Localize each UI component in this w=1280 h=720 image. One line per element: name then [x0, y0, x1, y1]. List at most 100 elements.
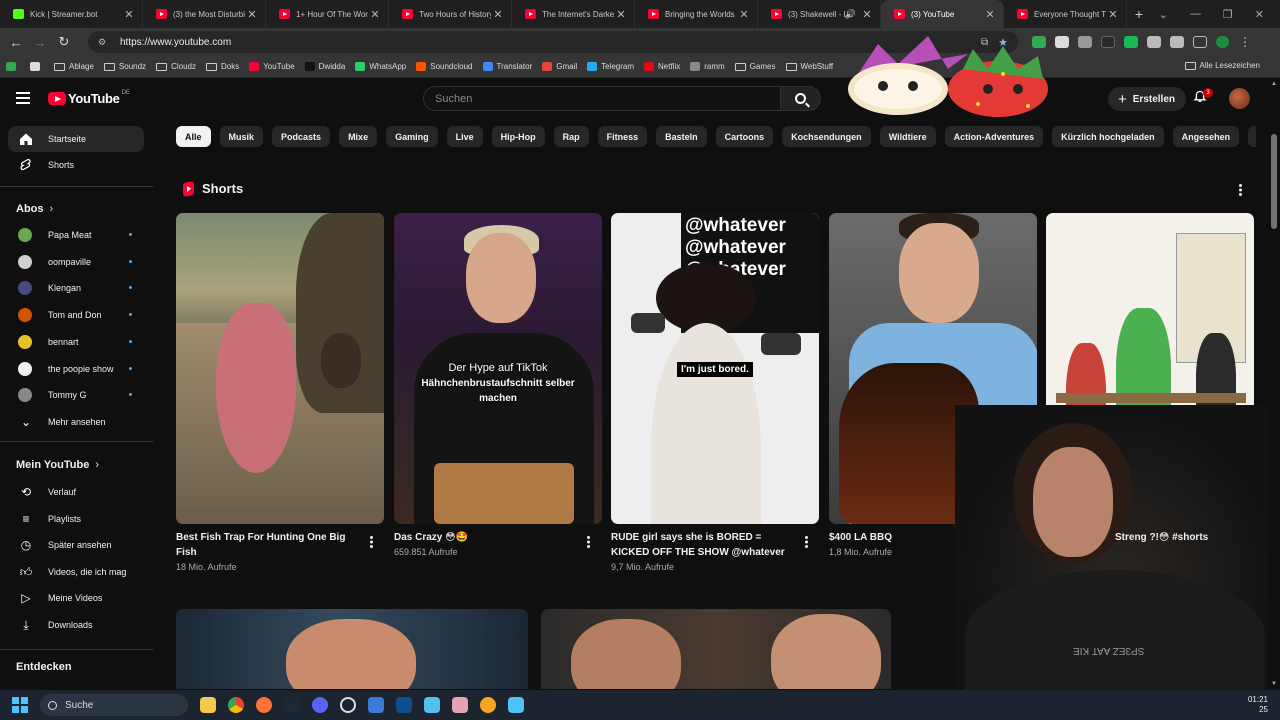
filter-chip[interactable]: Action-Adventures: [944, 126, 1044, 147]
browser-tab[interactable]: Bringing the Worlds ✕: [635, 0, 758, 28]
filter-chip[interactable]: Fitness: [597, 126, 648, 147]
bookmark-item[interactable]: Dwidda: [304, 62, 345, 71]
minimize-button[interactable]: —: [1190, 8, 1201, 21]
search-input[interactable]: Suchen: [423, 86, 781, 111]
menu-hamburger-icon[interactable]: [16, 92, 30, 104]
photos-icon[interactable]: [452, 697, 468, 713]
site-info-icon[interactable]: ⚙: [98, 37, 114, 48]
filter-chip[interactable]: Hip-Hop: [491, 126, 545, 147]
video-thumbnail[interactable]: [176, 609, 528, 689]
short-title[interactable]: Das Crazy 😳🤩: [394, 530, 574, 545]
extension-icon[interactable]: [1101, 36, 1115, 48]
sidebar-subscription[interactable]: Tom and Don: [8, 302, 144, 328]
taskbar-clock[interactable]: 01:21 25: [1248, 695, 1268, 715]
extension-icon[interactable]: [1078, 36, 1092, 48]
short-title[interactable]: RUDE girl says she is BORED = KICKED OFF…: [611, 530, 791, 560]
discord-icon[interactable]: [312, 697, 328, 713]
close-tab-icon[interactable]: ✕: [368, 8, 382, 21]
windows-start-icon[interactable]: [12, 697, 28, 713]
bookmark-notes-icon[interactable]: [30, 62, 44, 71]
close-tab-icon[interactable]: ✕: [491, 8, 505, 21]
youtube-logo[interactable]: YouTube DE: [48, 90, 130, 106]
sidebar-subscription[interactable]: Tommy G: [8, 382, 144, 408]
bookmark-item[interactable]: Ablage: [54, 62, 94, 71]
sidebar-item-show-more[interactable]: ⌄ Mehr ansehen: [8, 409, 144, 435]
extension-icon[interactable]: [1124, 36, 1138, 48]
account-avatar[interactable]: [1229, 88, 1250, 109]
browser-tab[interactable]: (3) YouTube ✕: [881, 0, 1004, 28]
bookmark-item[interactable]: Netflix: [644, 62, 680, 71]
close-tab-icon[interactable]: ✕: [1106, 8, 1120, 21]
tab-audio-icon[interactable]: 🔊: [845, 9, 856, 20]
short-more-icon[interactable]: [369, 536, 373, 548]
new-tab-button[interactable]: +: [1127, 6, 1151, 22]
bookmark-item[interactable]: Soundcloud: [416, 62, 473, 71]
bookmark-item[interactable]: YouTube: [249, 62, 295, 71]
browser-tab[interactable]: (3) Shakewell - Li 🔊 ✕: [758, 0, 881, 28]
extensions-puzzle-icon[interactable]: [1170, 36, 1184, 48]
close-window-button[interactable]: ✕: [1255, 8, 1264, 21]
short-more-icon[interactable]: [586, 536, 590, 548]
bookmark-item[interactable]: Translator: [482, 62, 532, 71]
image-viewer-icon[interactable]: [508, 697, 524, 713]
close-tab-icon[interactable]: ✕: [737, 8, 751, 21]
close-tab-icon[interactable]: ✕: [983, 8, 997, 21]
taskbar-search[interactable]: Suche: [40, 694, 188, 716]
blender-icon[interactable]: [480, 697, 496, 713]
sidebar-item-playlists[interactable]: ≡ Playlists: [8, 506, 144, 532]
sidebar-subscription[interactable]: Papa Meat: [8, 222, 144, 248]
bookmark-apps-icon[interactable]: [6, 62, 20, 71]
filter-chip[interactable]: Neu für dich: [1248, 126, 1256, 147]
bookmark-item[interactable]: Cloudz: [156, 62, 196, 71]
extension-icon[interactable]: [1055, 36, 1069, 48]
bookmark-item[interactable]: Doks: [205, 62, 239, 71]
page-scrollbar[interactable]: ▲ ▼: [1268, 79, 1280, 689]
close-tab-icon[interactable]: ✕: [122, 8, 136, 21]
sidebar-item-history[interactable]: ⟲ Verlauf: [8, 479, 144, 505]
close-tab-icon[interactable]: ✕: [614, 8, 628, 21]
scroll-down-arrow-icon[interactable]: ▼: [1271, 681, 1277, 687]
sidebar-item-thumbs-up[interactable]: 👍︎ Videos, die ich mag: [8, 559, 144, 585]
sidebar-subscription[interactable]: the poopie show: [8, 356, 144, 382]
all-bookmarks-button[interactable]: Alle Lesezeichen: [1184, 61, 1260, 70]
browser-tab[interactable]: (3) the Most Disturbi ✕: [143, 0, 266, 28]
short-thumbnail[interactable]: @whatever@whatever@whatever I'm just bor…: [611, 213, 819, 524]
short-more-icon[interactable]: [804, 536, 808, 548]
bookmark-item[interactable]: Games: [734, 62, 776, 71]
back-button[interactable]: ←: [4, 35, 28, 50]
browser-tab[interactable]: Everyone Thought Th ✕: [1004, 0, 1127, 28]
shorts-section-more-icon[interactable]: [1238, 184, 1242, 196]
sidebar-subscription[interactable]: Klengan: [8, 275, 144, 301]
profile-icon[interactable]: [1216, 36, 1229, 48]
sidebar-subscription[interactable]: oompaville: [8, 249, 144, 275]
browser-tab[interactable]: Two Hours of History ✕: [389, 0, 512, 28]
audio-app-icon[interactable]: [396, 697, 412, 713]
reload-button[interactable]: ↻: [52, 34, 76, 50]
bookmark-item[interactable]: Telegram: [587, 62, 634, 71]
you-heading[interactable]: Mein YouTube ›: [16, 459, 99, 471]
filter-chip[interactable]: Angesehen: [1172, 126, 1240, 147]
subscriptions-heading[interactable]: Abos ›: [16, 203, 53, 215]
filter-chip[interactable]: Rap: [553, 126, 589, 147]
maximize-button[interactable]: ❐: [1223, 8, 1233, 21]
scrollbar-thumb[interactable]: [1271, 134, 1277, 229]
video-thumbnail[interactable]: [541, 609, 891, 689]
filter-chip[interactable]: Kochsendungen: [782, 126, 871, 147]
filter-chip[interactable]: Alle: [176, 126, 211, 147]
filter-chip[interactable]: Basteln: [656, 126, 707, 147]
short-title[interactable]: Best Fish Trap For Hunting One Big Fish: [176, 530, 356, 560]
app-icon[interactable]: [368, 697, 384, 713]
filter-chip[interactable]: Podcasts: [272, 126, 331, 147]
bookmark-item[interactable]: ramm: [690, 62, 725, 71]
filter-chip[interactable]: Wildtiere: [879, 126, 936, 147]
bookmark-item[interactable]: Gmail: [542, 62, 577, 71]
browser-menu-icon[interactable]: ⋮: [1239, 35, 1251, 49]
bookmark-item[interactable]: WebStuff: [785, 62, 833, 71]
sidebar-item-watch-later[interactable]: ◷ Später ansehen: [8, 532, 144, 558]
sidebar-item-download[interactable]: ⤓ Downloads: [8, 612, 144, 638]
bookmark-item[interactable]: Soundz: [103, 62, 146, 71]
short-title[interactable]: Streng ?!😳 #shorts: [1115, 530, 1225, 545]
browser-tab[interactable]: The Internet's Darke ✕: [512, 0, 635, 28]
scroll-up-arrow-icon[interactable]: ▲: [1271, 81, 1277, 87]
filter-chip[interactable]: Live: [446, 126, 483, 147]
